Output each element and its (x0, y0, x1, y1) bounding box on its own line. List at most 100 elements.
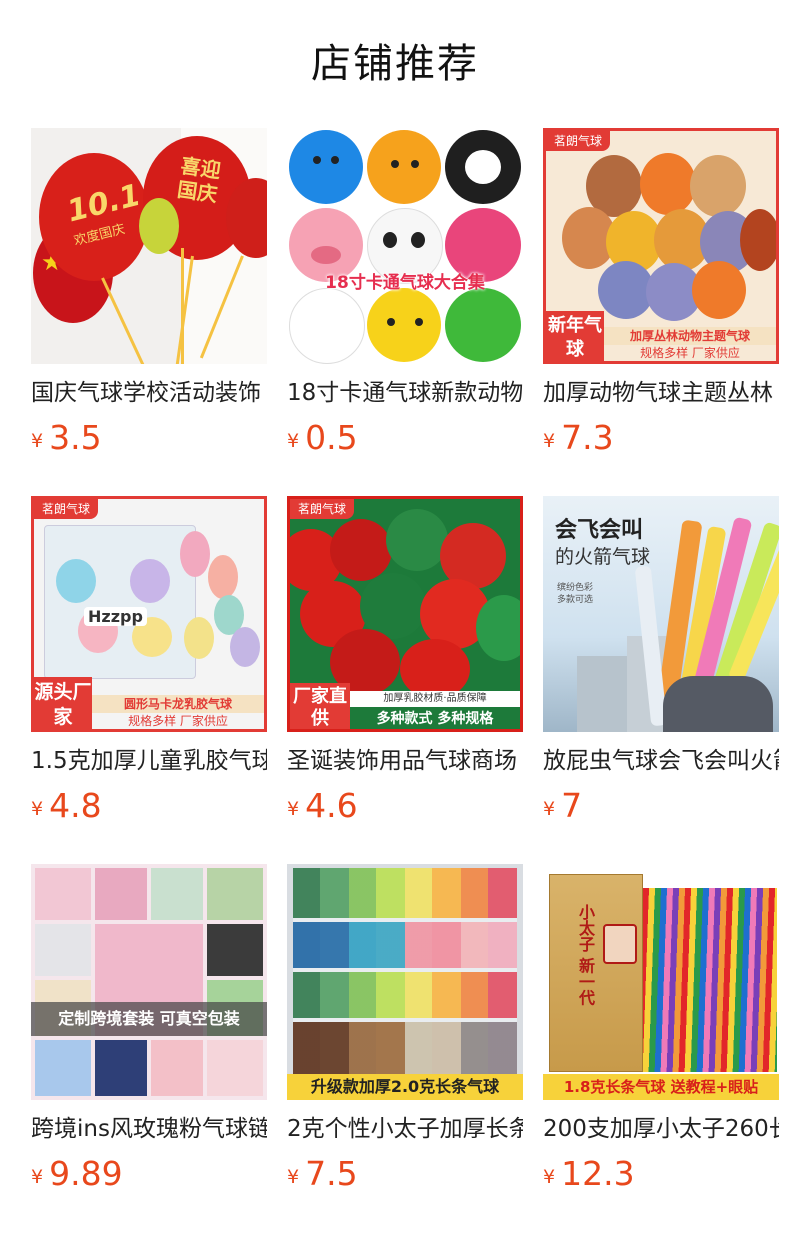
avatar (603, 924, 637, 964)
pack-row-divider (293, 968, 517, 972)
product-card[interactable]: 升级款加厚2.0克长条气球 2克个性小太子加厚长条 ¥7.5 (287, 864, 523, 1232)
product-price: ¥7.3 (543, 418, 779, 464)
balloon-image (330, 519, 392, 581)
product-card[interactable]: 茗朗气球 厂家直供 加厚乳胶材质·品质保障 多种款式 多种规格 圣诞装饰用品气球… (287, 496, 523, 864)
collage-tile (151, 1040, 203, 1096)
product-price: ¥9.89 (31, 1154, 267, 1200)
collage-tile (207, 1040, 263, 1096)
collage-tile (35, 924, 91, 976)
product-name[interactable]: 200支加厚小太子260长条 (543, 1112, 779, 1146)
face-eye (313, 156, 321, 164)
collage-tile (95, 868, 147, 920)
balloon-image (367, 130, 441, 204)
product-image[interactable]: 茗朗气球 新年气球 加厚丛林动物主题气球 规格多样 厂家供应 (543, 128, 779, 364)
balloon-image (130, 559, 170, 603)
product-price: ¥3.5 (31, 418, 267, 464)
product-price: ¥0.5 (287, 418, 523, 464)
pack-row-tint (293, 922, 517, 968)
currency-symbol: ¥ (287, 1166, 300, 1188)
product-price: ¥7 (543, 786, 779, 832)
product-price: ¥7.5 (287, 1154, 523, 1200)
product-image[interactable]: 茗朗气球 Hzzpp 源头厂家 圆形马卡龙乳胶气球 规格多样 厂家供应 (31, 496, 267, 732)
currency-symbol: ¥ (287, 798, 300, 820)
image-subline: 的火箭气球 (555, 546, 651, 568)
balloon-image (386, 509, 448, 571)
image-overlay-text: 定制跨境套装 可真空包装 (31, 1002, 267, 1036)
price-value: 4.6 (305, 786, 358, 825)
image-note: 多款可选 (557, 595, 594, 605)
product-name[interactable]: 放屁虫气球会飞会叫火箭 (543, 744, 779, 778)
collage-tile (207, 868, 263, 920)
product-image[interactable]: 18寸卡通气球大合集 (287, 128, 523, 364)
product-card[interactable]: 茗朗气球 Hzzpp 源头厂家 圆形马卡龙乳胶气球 规格多样 厂家供应 1.5克… (31, 496, 267, 864)
image-banner-line2: 多种款式 多种规格 (350, 707, 520, 729)
product-name[interactable]: 2克个性小太子加厚长条 (287, 1112, 523, 1146)
corner-badge: 新年气球 (546, 311, 604, 361)
product-card[interactable]: 小太子 新一代 1.8克长条气球 送教程+眼贴 200支加厚小太子260长条 ¥… (543, 864, 779, 1232)
building (577, 656, 627, 732)
balloon-image (367, 288, 441, 362)
face-eye (415, 318, 423, 326)
product-price: ¥12.3 (543, 1154, 779, 1200)
balloon-image (208, 555, 238, 599)
product-name[interactable]: 1.5克加厚儿童乳胶气球 (31, 744, 267, 778)
product-card[interactable]: 茗朗气球 新年气球 加厚丛林动物主题气球 规格多样 厂家供应 加厚动物气球主题丛… (543, 128, 779, 496)
brand-tag: 茗朗气球 (290, 499, 355, 519)
balloon-image (311, 246, 341, 264)
balloon-image (289, 288, 365, 364)
price-value: 4.8 (49, 786, 102, 825)
currency-symbol: ¥ (543, 1166, 556, 1188)
product-name[interactable]: 18寸卡通气球新款动物 (287, 376, 523, 410)
product-image[interactable]: 会飞会叫 的火箭气球 缤纷色彩 多款可选 (543, 496, 779, 732)
collage-tile (207, 924, 263, 976)
currency-symbol: ¥ (31, 430, 44, 452)
product-price: ¥4.8 (31, 786, 267, 832)
brand-tag: 茗朗气球 (34, 499, 99, 519)
brand-tag: 茗朗气球 (546, 131, 611, 151)
product-grid: ★ 10.1 欢度国庆 喜迎国庆 国庆气球学校活动装饰 ¥3.5 18寸卡通气球… (31, 128, 790, 1232)
product-image[interactable]: 小太子 新一代 1.8克长条气球 送教程+眼贴 (543, 864, 779, 1100)
balloon-image (692, 261, 746, 319)
corner-badge: 源头厂家 (34, 677, 92, 729)
collage-tile (95, 1040, 147, 1096)
balloon-stick (101, 277, 147, 364)
balloon-image (184, 617, 214, 659)
product-price: ¥4.6 (287, 786, 523, 832)
image-banner: 1.8克长条气球 送教程+眼贴 (543, 1074, 779, 1100)
balloon-image (640, 153, 696, 215)
image-banner-line2: 规格多样 厂家供应 (128, 714, 228, 728)
currency-symbol: ¥ (31, 798, 44, 820)
balloon-image (180, 531, 210, 577)
page-title: 店铺推荐 (311, 41, 479, 87)
product-card[interactable]: 会飞会叫 的火箭气球 缤纷色彩 多款可选 放屁虫气球会飞会叫火箭 ¥7 (543, 496, 779, 864)
currency-symbol: ¥ (31, 1166, 44, 1188)
balloon-image (690, 155, 746, 217)
product-image[interactable]: 升级款加厚2.0克长条气球 (287, 864, 523, 1100)
balloon-stick (181, 248, 184, 364)
product-card[interactable]: 18寸卡通气球大合集 18寸卡通气球新款动物 ¥0.5 (287, 128, 523, 496)
product-image[interactable]: ★ 10.1 欢度国庆 喜迎国庆 (31, 128, 267, 364)
price-value: 3.5 (49, 418, 102, 457)
long-balloons (643, 888, 777, 1072)
product-card[interactable]: ★ 10.1 欢度国庆 喜迎国庆 国庆气球学校活动装饰 ¥3.5 (31, 128, 267, 496)
product-name[interactable]: 国庆气球学校活动装饰 (31, 376, 267, 410)
balloon-image (411, 232, 425, 248)
product-card[interactable]: 定制跨境套装 可真空包装 跨境ins风玫瑰粉气球链 ¥9.89 (31, 864, 267, 1232)
pack-row-tint (293, 1022, 517, 1076)
product-name[interactable]: 加厚动物气球主题丛林 (543, 376, 779, 410)
face-eye (411, 160, 419, 168)
product-name[interactable]: 跨境ins风玫瑰粉气球链 (31, 1112, 267, 1146)
image-banner: 升级款加厚2.0克长条气球 (287, 1074, 523, 1100)
face-eye (387, 318, 395, 326)
balloon-image (230, 627, 260, 667)
balloon-image (289, 130, 363, 204)
person (663, 676, 773, 732)
product-image[interactable]: 定制跨境套装 可真空包装 (31, 864, 267, 1100)
collage-tile (35, 868, 91, 920)
product-name[interactable]: 圣诞装饰用品气球商场 (287, 744, 523, 778)
price-value: 7.5 (305, 1154, 358, 1193)
product-image[interactable]: 茗朗气球 厂家直供 加厚乳胶材质·品质保障 多种款式 多种规格 (287, 496, 523, 732)
currency-symbol: ¥ (543, 798, 556, 820)
balloon-image (400, 639, 470, 699)
collage-tile (35, 1040, 91, 1096)
